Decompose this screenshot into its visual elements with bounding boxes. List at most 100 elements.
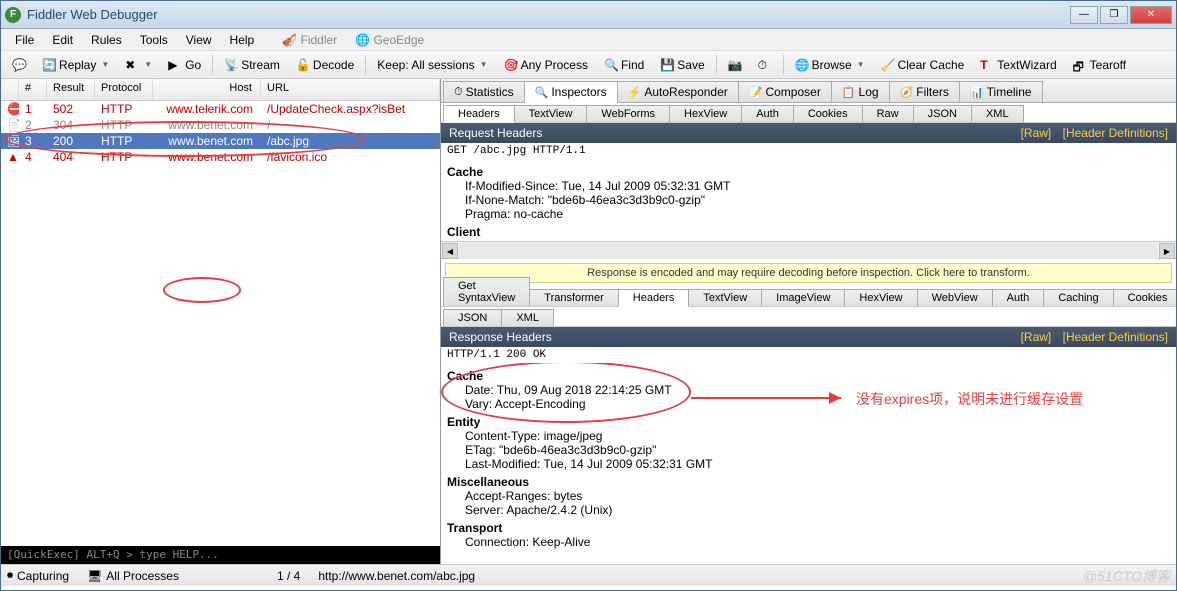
response-tabstrip: Get SyntaxView Transformer Headers TextV… bbox=[441, 287, 1176, 307]
session-row[interactable]: ⛔ 1 502 HTTP www.telerik.com /UpdateChec… bbox=[1, 101, 440, 117]
textwizard-icon: T bbox=[980, 58, 994, 72]
resptab-xml[interactable]: XML bbox=[501, 309, 554, 326]
minimize-button[interactable]: — bbox=[1070, 6, 1098, 24]
decode-button[interactable]: 🔓Decode bbox=[289, 54, 361, 76]
resp-entity-section: Entity bbox=[447, 415, 1170, 429]
req-if-modified-since: If-Modified-Since: Tue, 14 Jul 2009 05:3… bbox=[447, 179, 1170, 193]
find-icon: 🔍 bbox=[604, 58, 618, 72]
stream-icon: 📡 bbox=[224, 58, 238, 72]
menu-tools[interactable]: Tools bbox=[132, 31, 176, 49]
resptab-headers[interactable]: Headers bbox=[618, 289, 690, 307]
scroll-right-icon[interactable]: ▶ bbox=[1159, 243, 1175, 259]
resptab-transformer[interactable]: Transformer bbox=[529, 289, 619, 306]
status-count: 1 / 4 bbox=[277, 569, 300, 583]
menu-view[interactable]: View bbox=[178, 31, 220, 49]
reqtab-textview[interactable]: TextView bbox=[514, 105, 588, 122]
response-raw-link[interactable]: [Raw] bbox=[1021, 330, 1052, 344]
status-all-processes[interactable]: 🖥All Processes bbox=[87, 569, 179, 583]
reqtab-cookies[interactable]: Cookies bbox=[793, 105, 863, 122]
menu-rules[interactable]: Rules bbox=[83, 31, 130, 49]
resptab-imageview[interactable]: ImageView bbox=[761, 289, 845, 306]
decode-icon: 🔓 bbox=[296, 58, 310, 72]
reqtab-headers[interactable]: Headers bbox=[443, 105, 515, 123]
resp-content-type: Content-Type: image/jpeg bbox=[447, 429, 1170, 443]
tearoff-button[interactable]: 🗗Tearoff bbox=[1066, 54, 1133, 76]
screenshot-button[interactable]: 📷 bbox=[721, 54, 749, 76]
find-button[interactable]: 🔍Find bbox=[597, 54, 651, 76]
request-headers-body: Cache If-Modified-Since: Tue, 14 Jul 200… bbox=[441, 159, 1176, 241]
col-result[interactable]: Result bbox=[47, 79, 95, 100]
replay-button[interactable]: 🔄Replay▼ bbox=[35, 54, 116, 76]
resp-server: Server: Apache/2.4.2 (Unix) bbox=[447, 503, 1170, 517]
menu-help[interactable]: Help bbox=[222, 31, 263, 49]
resptab-caching[interactable]: Caching bbox=[1043, 289, 1113, 306]
capture-icon: ⏺ bbox=[7, 568, 13, 583]
clear-cache-icon: 🧹 bbox=[881, 58, 895, 72]
remove-icon: ✖ bbox=[125, 58, 139, 72]
clear-cache-button[interactable]: 🧹Clear Cache bbox=[874, 54, 972, 76]
resptab-textview[interactable]: TextView bbox=[688, 289, 762, 306]
menu-edit[interactable]: Edit bbox=[44, 31, 81, 49]
session-row[interactable]: ▲ 4 404 HTTP www.benet.com /favicon.ico bbox=[1, 149, 440, 165]
req-client-section: Client bbox=[447, 225, 1170, 239]
reqtab-hexview[interactable]: HexView bbox=[669, 105, 742, 122]
reqtab-auth[interactable]: Auth bbox=[741, 105, 794, 122]
resptab-json[interactable]: JSON bbox=[443, 309, 502, 326]
scroll-left-icon[interactable]: ◀ bbox=[442, 243, 458, 259]
main-toolbar: 💬 🔄Replay▼ ✖▼ ▶Go 📡Stream 🔓Decode Keep: … bbox=[1, 51, 1176, 79]
reqtab-json[interactable]: JSON bbox=[913, 105, 972, 122]
resptab-hexview[interactable]: HexView bbox=[844, 289, 917, 306]
any-process-button[interactable]: 🎯Any Process bbox=[497, 54, 595, 76]
session-grid-body[interactable]: ⛔ 1 502 HTTP www.telerik.com /UpdateChec… bbox=[1, 101, 440, 546]
tab-log[interactable]: 📋 Log bbox=[831, 81, 890, 102]
menu-file[interactable]: File bbox=[7, 31, 42, 49]
request-scrollbar[interactable]: ◀ ▶ bbox=[441, 241, 1176, 259]
reqtab-xml[interactable]: XML bbox=[971, 105, 1024, 122]
tab-filters[interactable]: 🧭 Filters bbox=[889, 81, 960, 102]
save-button[interactable]: 💾Save bbox=[653, 54, 711, 76]
comment-button[interactable]: 💬 bbox=[5, 54, 33, 76]
request-headers-panel-title: Request Headers [Raw] [Header Definition… bbox=[441, 123, 1176, 143]
browse-button[interactable]: 🌐Browse▼ bbox=[788, 54, 872, 76]
geoedge-link[interactable]: 🌐 GeoEdge bbox=[347, 31, 432, 49]
status-capturing[interactable]: ⏺Capturing bbox=[7, 568, 69, 583]
response-tabstrip-row2: JSON XML bbox=[441, 307, 1176, 327]
col-host[interactable]: Host bbox=[153, 79, 261, 100]
tab-statistics[interactable]: ⏱ Statistics bbox=[443, 81, 525, 102]
session-icon: ▲ bbox=[1, 150, 19, 164]
tab-autoresponder[interactable]: ⚡ AutoResponder bbox=[617, 81, 739, 102]
response-headerdefs-link[interactable]: [Header Definitions] bbox=[1063, 330, 1168, 344]
camera-icon: 📷 bbox=[728, 58, 742, 72]
quickexec-bar[interactable]: [QuickExec] ALT+Q > type HELP... bbox=[1, 546, 440, 564]
tab-timeline[interactable]: 📊 Timeline bbox=[959, 81, 1043, 102]
tab-inspectors[interactable]: 🔍 Inspectors bbox=[524, 81, 618, 103]
col-url[interactable]: URL bbox=[261, 79, 440, 100]
tab-composer[interactable]: 📝 Composer bbox=[738, 81, 832, 102]
fiddler-brand-link[interactable]: 🎻 Fiddler bbox=[274, 31, 345, 49]
col-protocol[interactable]: Protocol bbox=[95, 79, 153, 100]
resptab-auth[interactable]: Auth bbox=[992, 289, 1045, 306]
resptab-syntaxview[interactable]: Get SyntaxView bbox=[443, 277, 530, 306]
resp-connection: Connection: Keep-Alive bbox=[447, 535, 1170, 549]
timer-button[interactable]: ⏱ bbox=[751, 54, 779, 76]
clock-icon: ⏱ bbox=[758, 58, 772, 72]
decode-notice[interactable]: Response is encoded and may require deco… bbox=[445, 263, 1172, 283]
close-button[interactable]: ✕ bbox=[1130, 6, 1172, 24]
col-num[interactable]: # bbox=[19, 79, 47, 100]
reqtab-webforms[interactable]: WebForms bbox=[586, 105, 670, 122]
request-headerdefs-link[interactable]: [Header Definitions] bbox=[1063, 126, 1168, 140]
reqtab-raw[interactable]: Raw bbox=[862, 105, 914, 122]
textwizard-button[interactable]: TTextWizard bbox=[973, 54, 1063, 76]
session-row[interactable]: 📄 2 304 HTTP www.benet.com / bbox=[1, 117, 440, 133]
session-row-selected[interactable]: 🖼 3 200 HTTP www.benet.com /abc.jpg bbox=[1, 133, 440, 149]
stream-button[interactable]: 📡Stream bbox=[217, 54, 287, 76]
resptab-cookies[interactable]: Cookies bbox=[1113, 289, 1176, 306]
status-bar: ⏺Capturing 🖥All Processes 1 / 4 http://w… bbox=[1, 564, 1176, 586]
maximize-button[interactable]: ❐ bbox=[1100, 6, 1128, 24]
go-button[interactable]: ▶Go bbox=[161, 54, 208, 76]
resptab-webview[interactable]: WebView bbox=[917, 289, 993, 306]
status-url: http://www.benet.com/abc.jpg bbox=[318, 569, 475, 583]
keep-sessions-dropdown[interactable]: Keep: All sessions▼ bbox=[370, 54, 494, 76]
remove-button[interactable]: ✖▼ bbox=[118, 54, 159, 76]
request-raw-link[interactable]: [Raw] bbox=[1021, 126, 1052, 140]
